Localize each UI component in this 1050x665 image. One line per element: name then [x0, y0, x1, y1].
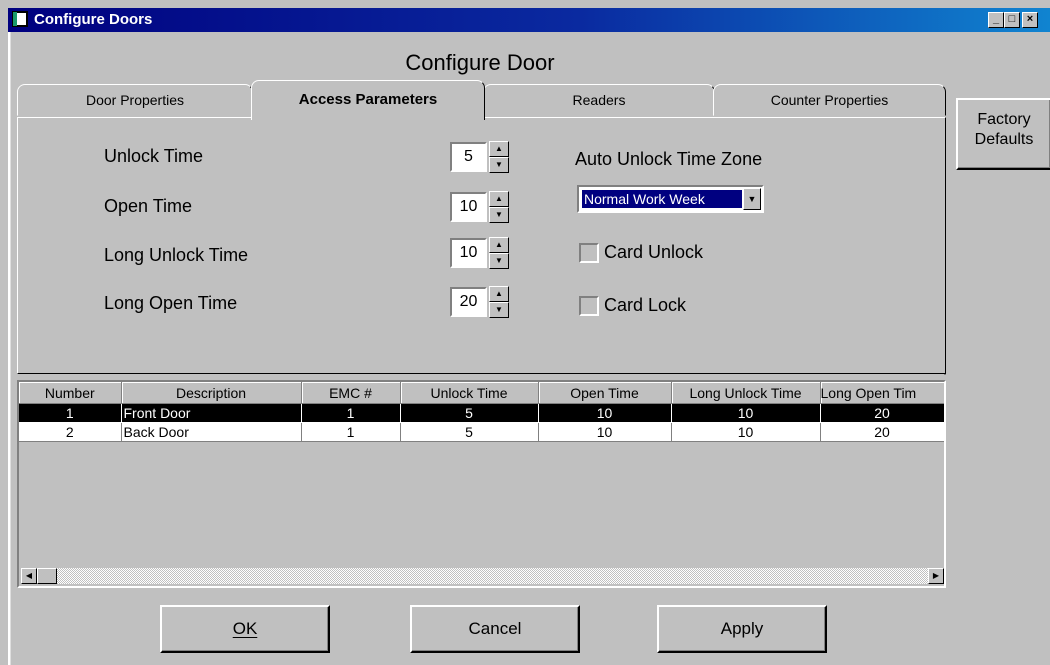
- table-row[interactable]: 1 Front Door 1 5 10 10 20: [19, 403, 944, 423]
- apply-button[interactable]: Apply: [657, 605, 827, 653]
- column-header-emc[interactable]: EMC #: [301, 382, 401, 404]
- cell-open-time: 10: [538, 403, 672, 423]
- arrow-down-icon[interactable]: ▼: [489, 157, 509, 173]
- cell-emc: 1: [301, 422, 401, 442]
- ok-button[interactable]: OK: [160, 605, 330, 653]
- column-header-long-unlock-time[interactable]: Long Unlock Time: [671, 382, 821, 404]
- cancel-label: Cancel: [468, 619, 522, 638]
- unlock-time-label: Unlock Time: [104, 146, 204, 166]
- cell-emc: 1: [301, 403, 401, 423]
- arrow-up-icon[interactable]: ▲: [489, 286, 509, 302]
- cancel-button[interactable]: Cancel: [410, 605, 580, 653]
- factory-defaults-label-1: Factory: [977, 111, 1031, 128]
- unlock-time-spinner[interactable]: ▲ ▼: [489, 141, 509, 173]
- factory-defaults-label-2: Defaults: [974, 131, 1034, 148]
- auto-unlock-select[interactable]: Normal Work Week ▼: [577, 185, 764, 213]
- scrollbar-thumb[interactable]: [37, 568, 57, 584]
- maximize-button[interactable]: □: [1004, 12, 1020, 28]
- chevron-down-icon[interactable]: ▼: [743, 188, 761, 210]
- tab-counter-properties[interactable]: Counter Properties: [713, 84, 946, 116]
- title-bar: Configure Doors _ □ ×: [8, 8, 1050, 32]
- open-time-spinner[interactable]: ▲ ▼: [489, 191, 509, 223]
- card-lock-label: Card Lock: [604, 295, 687, 315]
- close-button[interactable]: ×: [1022, 12, 1038, 28]
- long-open-time-spinner[interactable]: ▲ ▼: [489, 286, 509, 318]
- factory-defaults-button[interactable]: Factory Defaults: [956, 98, 1050, 170]
- cell-number: 2: [19, 422, 122, 442]
- arrow-down-icon[interactable]: ▼: [489, 207, 509, 223]
- apply-label: Apply: [720, 619, 764, 638]
- horizontal-scrollbar[interactable]: ◀ ▶: [21, 568, 944, 584]
- cell-open-time: 10: [538, 422, 672, 442]
- doors-grid[interactable]: Number Description EMC # Unlock Time Ope…: [17, 380, 946, 588]
- arrow-right-icon[interactable]: ▶: [928, 568, 944, 584]
- cell-unlock-time: 5: [400, 422, 539, 442]
- cell-long-open-time: 20: [820, 422, 944, 442]
- minimize-button[interactable]: _: [988, 12, 1004, 28]
- card-unlock-label: Card Unlock: [604, 242, 704, 262]
- long-open-time-input[interactable]: 20: [450, 287, 487, 317]
- cell-long-unlock-time: 10: [671, 422, 821, 442]
- long-unlock-time-label: Long Unlock Time: [104, 245, 249, 265]
- cell-long-unlock-time: 10: [671, 403, 821, 423]
- arrow-down-icon[interactable]: ▼: [489, 253, 509, 269]
- arrow-up-icon[interactable]: ▲: [489, 191, 509, 207]
- column-header-long-open-time[interactable]: Long Open Tim: [820, 382, 944, 404]
- unlock-time-input[interactable]: 5: [450, 142, 487, 172]
- ok-label: OK: [232, 619, 258, 638]
- arrow-left-icon[interactable]: ◀: [21, 568, 37, 584]
- column-header-unlock-time[interactable]: Unlock Time: [400, 382, 539, 404]
- cell-description: Back Door: [121, 422, 302, 442]
- card-lock-checkbox[interactable]: [579, 296, 599, 316]
- open-time-input[interactable]: 10: [450, 192, 487, 222]
- table-row[interactable]: 2 Back Door 1 5 10 10 20: [19, 422, 944, 442]
- arrow-up-icon[interactable]: ▲: [489, 237, 509, 253]
- dialog-title: Configure Door: [405, 50, 555, 75]
- arrow-down-icon[interactable]: ▼: [489, 302, 509, 318]
- cell-number: 1: [19, 403, 122, 423]
- window-border-inner: [10, 32, 11, 665]
- open-time-label: Open Time: [104, 196, 193, 216]
- door-app-icon[interactable]: [12, 11, 28, 27]
- window-title: Configure Doors: [34, 11, 153, 28]
- tab-readers[interactable]: Readers: [483, 84, 715, 116]
- card-unlock-checkbox[interactable]: [579, 243, 599, 263]
- doors-table: Number Description EMC # Unlock Time Ope…: [19, 382, 944, 442]
- long-unlock-time-spinner[interactable]: ▲ ▼: [489, 237, 509, 269]
- cell-description: Front Door: [121, 403, 302, 423]
- arrow-up-icon[interactable]: ▲: [489, 141, 509, 157]
- tab-door-properties[interactable]: Door Properties: [17, 84, 253, 116]
- long-unlock-time-input[interactable]: 10: [450, 238, 487, 268]
- column-header-number[interactable]: Number: [19, 382, 122, 404]
- auto-unlock-label: Auto Unlock Time Zone: [575, 149, 763, 169]
- auto-unlock-selected: Normal Work Week: [581, 189, 743, 209]
- cell-long-open-time: 20: [820, 403, 944, 423]
- column-header-description[interactable]: Description: [121, 382, 302, 404]
- column-header-open-time[interactable]: Open Time: [538, 382, 672, 404]
- scrollbar-track[interactable]: [37, 568, 930, 584]
- tab-access-parameters[interactable]: Access Parameters: [251, 80, 485, 120]
- long-open-time-label: Long Open Time: [104, 293, 238, 313]
- cell-unlock-time: 5: [400, 403, 539, 423]
